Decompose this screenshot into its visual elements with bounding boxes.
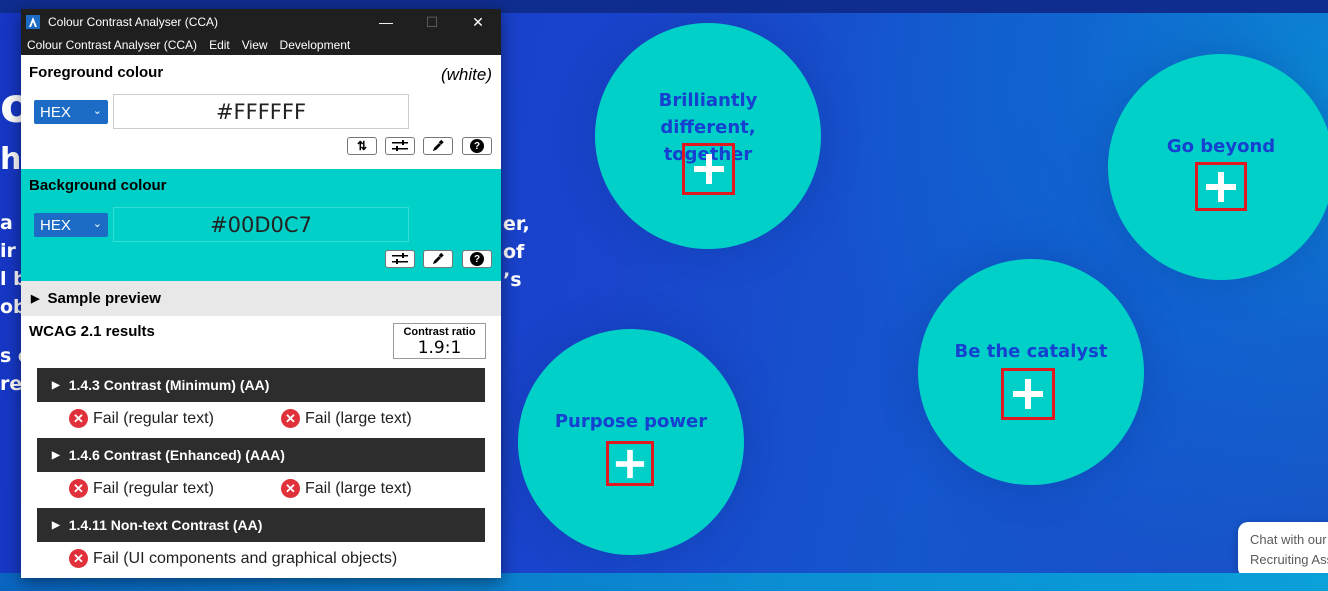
fail-icon: ✕ bbox=[281, 409, 300, 428]
menu-bar: Colour Contrast Analyser (CCA) Edit View… bbox=[21, 35, 501, 55]
swap-colours-button[interactable]: ⇅ bbox=[347, 137, 377, 155]
sample-preview-toggle[interactable]: ▶ Sample preview bbox=[21, 281, 501, 316]
background-hex-input[interactable]: #00D0C7 bbox=[113, 207, 409, 242]
foreground-format-select[interactable]: HEX ⌄ bbox=[34, 100, 108, 124]
expand-button[interactable] bbox=[682, 143, 735, 195]
result-text: Fail (regular text) bbox=[93, 409, 214, 427]
foreground-eyedropper-button[interactable] bbox=[423, 137, 453, 155]
app-logo-icon bbox=[26, 15, 40, 29]
sample-preview-label: Sample preview bbox=[47, 290, 161, 307]
contrast-ratio-box: Contrast ratio 1.9:1 bbox=[393, 323, 486, 359]
help-icon: ? bbox=[470, 139, 484, 153]
expand-button[interactable] bbox=[1195, 162, 1247, 211]
circle-label: Purpose power bbox=[554, 411, 708, 432]
result-1-4-3-large: ✕ Fail (large text) bbox=[281, 409, 412, 428]
chat-assistant-bubble[interactable]: Chat with our Recruiting Assistant bbox=[1238, 522, 1328, 578]
result-text: Fail (large text) bbox=[305, 409, 412, 427]
expand-button[interactable] bbox=[606, 441, 654, 486]
circle-label: Go beyond bbox=[1166, 136, 1276, 157]
contrast-ratio-value: 1.9:1 bbox=[417, 338, 462, 358]
circle-brilliantly-different: Brilliantly different, together bbox=[595, 23, 821, 249]
swap-icon: ⇅ bbox=[356, 139, 368, 153]
chat-line-1: Chat with our bbox=[1250, 532, 1327, 547]
menu-view[interactable]: View bbox=[242, 38, 268, 52]
hero-text-fragment: of bbox=[503, 241, 525, 263]
criterion-1-4-6-toggle[interactable]: ▶ 1.4.6 Contrast (Enhanced) (AAA) bbox=[37, 438, 485, 472]
foreground-section: Foreground colour (white) HEX ⌄ #FFFFFF … bbox=[21, 55, 501, 169]
criterion-label: 1.4.6 Contrast (Enhanced) (AAA) bbox=[68, 447, 285, 463]
eyedropper-icon bbox=[433, 140, 444, 151]
title-bar[interactable]: Colour Contrast Analyser (CCA) — ☐ ✕ bbox=[21, 9, 501, 35]
chevron-down-icon: ⌄ bbox=[92, 218, 102, 230]
criterion-1-4-3-toggle[interactable]: ▶ 1.4.3 Contrast (Minimum) (AA) bbox=[37, 368, 485, 402]
plus-icon bbox=[693, 154, 724, 184]
fail-icon: ✕ bbox=[281, 479, 300, 498]
hero-text-fragment: a bbox=[0, 212, 13, 234]
maximize-button[interactable]: ☐ bbox=[409, 9, 455, 35]
expand-triangle-icon: ▶ bbox=[52, 519, 60, 531]
foreground-colour-name: (white) bbox=[440, 65, 492, 84]
foreground-hex-input[interactable]: #FFFFFF bbox=[113, 94, 409, 129]
format-label: HEX bbox=[40, 216, 71, 234]
criterion-label: 1.4.3 Contrast (Minimum) (AA) bbox=[68, 377, 270, 393]
plus-icon bbox=[1013, 379, 1043, 409]
help-icon: ? bbox=[470, 252, 484, 266]
background-help-button[interactable]: ? bbox=[462, 250, 492, 268]
foreground-title: Foreground colour bbox=[29, 64, 164, 81]
circle-purpose-power: Purpose power bbox=[518, 329, 744, 555]
expand-button[interactable] bbox=[1001, 368, 1055, 420]
sliders-icon bbox=[392, 253, 408, 264]
background-sliders-button[interactable] bbox=[385, 250, 415, 268]
expand-triangle-icon: ▶ bbox=[31, 293, 40, 305]
chevron-down-icon: ⌄ bbox=[92, 105, 102, 117]
expand-triangle-icon: ▶ bbox=[52, 379, 60, 391]
criterion-label: 1.4.11 Non-text Contrast (AA) bbox=[68, 517, 263, 533]
fail-icon: ✕ bbox=[69, 549, 88, 568]
result-text: Fail (large text) bbox=[305, 479, 412, 497]
format-label: HEX bbox=[40, 103, 71, 121]
menu-edit[interactable]: Edit bbox=[209, 38, 230, 52]
close-button[interactable]: ✕ bbox=[455, 9, 501, 35]
criterion-1-4-11-toggle[interactable]: ▶ 1.4.11 Non-text Contrast (AA) bbox=[37, 508, 485, 542]
contrast-ratio-label: Contrast ratio bbox=[403, 326, 476, 338]
background-eyedropper-button[interactable] bbox=[423, 250, 453, 268]
foreground-help-button[interactable]: ? bbox=[462, 137, 492, 155]
foreground-sliders-button[interactable] bbox=[385, 137, 415, 155]
plus-icon bbox=[1206, 171, 1236, 202]
cca-window: Colour Contrast Analyser (CCA) — ☐ ✕ Col… bbox=[21, 9, 501, 578]
result-1-4-6-large: ✕ Fail (large text) bbox=[281, 479, 412, 498]
fail-icon: ✕ bbox=[69, 409, 88, 428]
menu-development[interactable]: Development bbox=[280, 38, 351, 52]
menu-app[interactable]: Colour Contrast Analyser (CCA) bbox=[27, 38, 197, 52]
result-text: Fail (regular text) bbox=[93, 479, 214, 497]
hero-text-fragment: ir bbox=[0, 240, 16, 262]
result-1-4-11: ✕ Fail (UI components and graphical obje… bbox=[69, 549, 397, 568]
hero-text-fragment: ’s bbox=[503, 269, 522, 291]
background-section: Background colour HEX ⌄ #00D0C7 ? bbox=[21, 169, 501, 281]
background-title: Background colour bbox=[29, 177, 167, 194]
result-1-4-6-regular: ✕ Fail (regular text) bbox=[69, 479, 214, 498]
chat-line-2: Recruiting Assistant bbox=[1250, 552, 1328, 567]
result-1-4-3-regular: ✕ Fail (regular text) bbox=[69, 409, 214, 428]
minimize-button[interactable]: — bbox=[363, 9, 409, 35]
plus-icon bbox=[615, 449, 645, 478]
sliders-icon bbox=[392, 140, 408, 151]
hero-text-fragment: er, bbox=[503, 213, 530, 235]
wcag-title: WCAG 2.1 results bbox=[29, 323, 155, 340]
fail-icon: ✕ bbox=[69, 479, 88, 498]
expand-triangle-icon: ▶ bbox=[52, 449, 60, 461]
window-title: Colour Contrast Analyser (CCA) bbox=[48, 15, 219, 29]
circle-label: Be the catalyst bbox=[954, 341, 1108, 362]
result-text: Fail (UI components and graphical object… bbox=[93, 549, 398, 567]
wcag-results-section: WCAG 2.1 results Contrast ratio 1.9:1 ▶ … bbox=[21, 316, 501, 578]
background-format-select[interactable]: HEX ⌄ bbox=[34, 213, 108, 237]
circle-be-the-catalyst: Be the catalyst bbox=[918, 259, 1144, 485]
eyedropper-icon bbox=[433, 253, 444, 264]
circle-go-beyond: Go beyond bbox=[1108, 54, 1328, 280]
